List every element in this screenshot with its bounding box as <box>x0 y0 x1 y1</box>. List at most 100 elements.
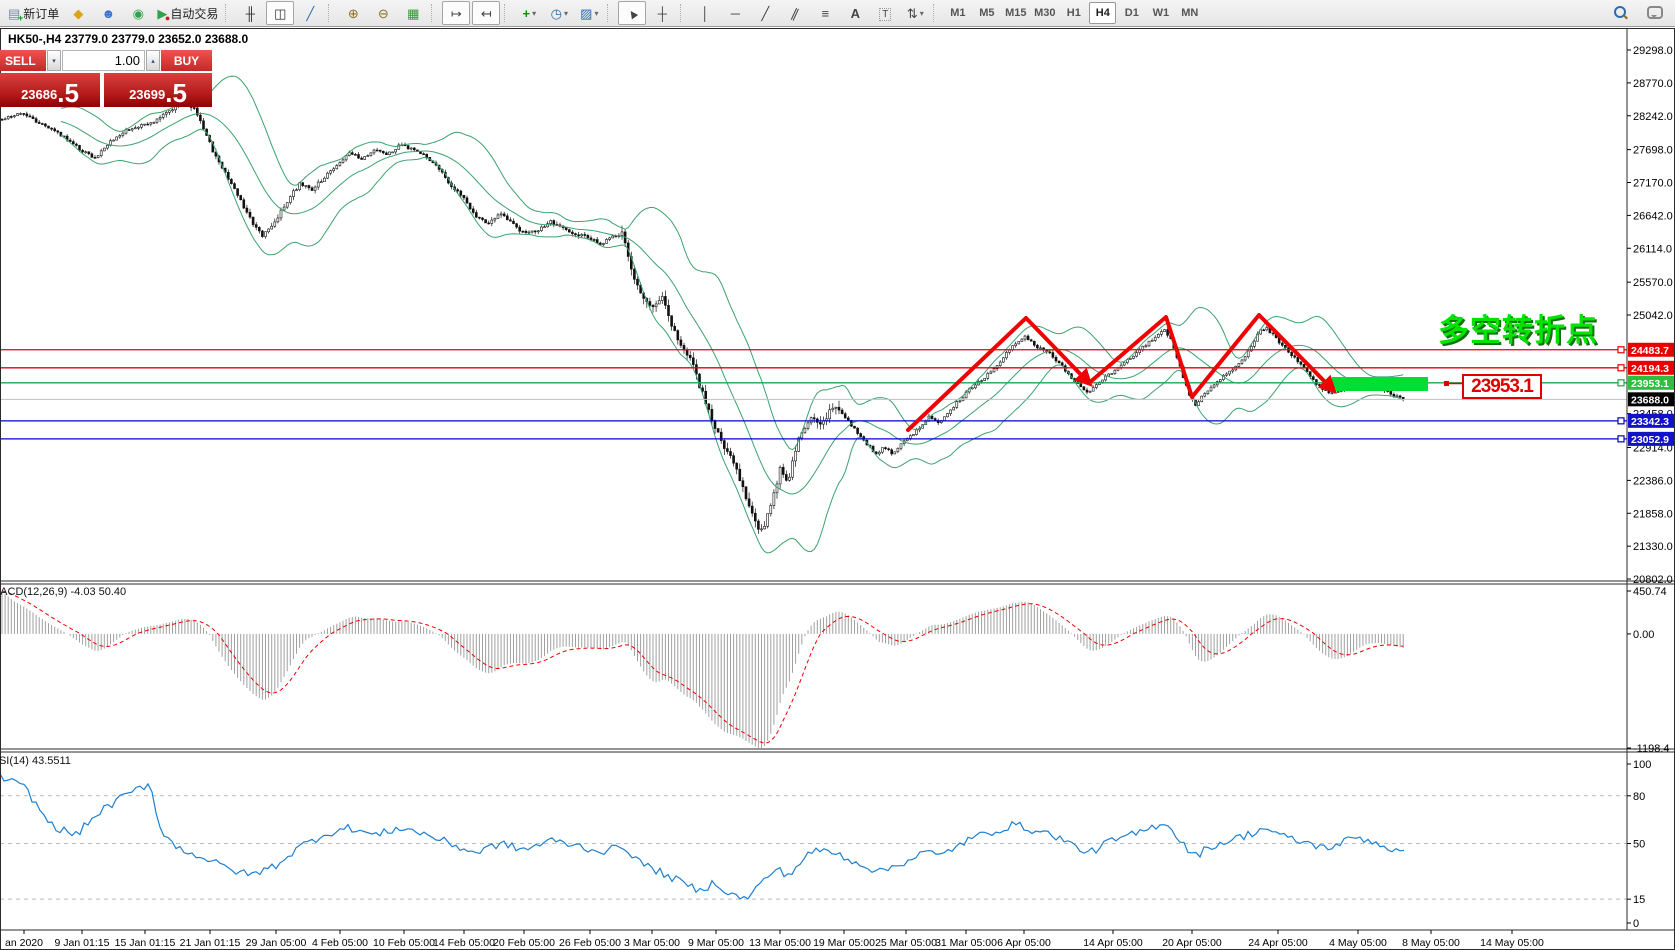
sell-price-main: 23686 <box>21 87 57 105</box>
toolbar-separator <box>607 4 613 22</box>
time-tick-label: 20 Apr 05:00 <box>1162 937 1222 949</box>
candlestick-icon: ◫ <box>274 7 286 20</box>
timeframe-h1-button[interactable]: H1 <box>1060 2 1087 24</box>
buy-price-frac: .5 <box>165 81 187 105</box>
text-button[interactable]: A <box>841 1 869 25</box>
volume-decrease-button[interactable]: ▾ <box>47 50 61 71</box>
rsi-scale-label: 15 <box>1633 894 1645 906</box>
line-chart-mode-button[interactable]: ╱ <box>296 1 324 25</box>
periods-button[interactable]: ◷▾ <box>545 1 573 25</box>
bar-chart-mode-button[interactable]: ╫ <box>236 1 264 25</box>
new-order-label: 新订单 <box>23 5 59 22</box>
templates-button[interactable]: ▨▾ <box>575 1 603 25</box>
zoom-out-button[interactable]: ⊖ <box>369 1 397 25</box>
price-callout-label[interactable]: 23953.1 <box>1462 374 1542 399</box>
fibonacci-button[interactable]: ≡ <box>811 1 839 25</box>
timeframe-d1-button[interactable]: D1 <box>1118 2 1145 24</box>
macd-indicator-label: MACD(12,26,9) -4.03 50.40 <box>0 586 126 598</box>
toolbar: ▤+新订单◆☻◉▶●自动交易╫◫╱⊕⊖▦↦↤+▾◷▾▨▾▲┼│─╱∥≡AT⇅▾M… <box>0 0 1675 27</box>
chat-button[interactable] <box>1641 1 1669 25</box>
svg-text:23688.0: 23688.0 <box>1631 394 1669 406</box>
candles <box>1 97 1404 534</box>
vertical-line-button[interactable]: │ <box>691 1 719 25</box>
rsi-scale-label: 100 <box>1633 759 1651 771</box>
timeframe-m1-button[interactable]: M1 <box>944 2 971 24</box>
level-handle[interactable] <box>1618 418 1624 424</box>
navigator-button[interactable]: ☻ <box>94 1 122 25</box>
buy-price-main: 23699 <box>129 87 165 105</box>
market-watch-icon: ◆ <box>73 7 83 20</box>
buy-button[interactable]: BUY <box>161 50 212 71</box>
signal-button[interactable]: ◉ <box>124 1 152 25</box>
new-order-icon: ▤+ <box>8 7 20 20</box>
chart-title: HK50-,H4 23779.0 23779.0 23652.0 23688.0 <box>8 32 248 46</box>
auto-scroll-button[interactable]: ↦ <box>442 1 470 25</box>
tile-windows-button[interactable]: ▦ <box>399 1 427 25</box>
green-highlight-bar[interactable] <box>1332 377 1428 391</box>
timeframe-m5-button[interactable]: M5 <box>973 2 1000 24</box>
equidistant-channel-button[interactable]: ∥ <box>781 1 809 25</box>
price-tick-label: 28242.0 <box>1633 111 1673 123</box>
chevron-down-icon: ▾ <box>594 9 598 18</box>
price-tick-label: 27170.0 <box>1633 178 1673 190</box>
chart-shift-button[interactable]: ↤ <box>472 1 500 25</box>
timeframe-w1-button[interactable]: W1 <box>1147 2 1174 24</box>
trend-zigzag-arrow-2[interactable] <box>1089 315 1333 397</box>
turning-point-annotation[interactable]: 多空转折点 <box>1438 305 1598 350</box>
channel-icon: ∥ <box>792 7 799 20</box>
chart-canvas[interactable]: 29298.028770.028242.027698.027170.026642… <box>0 28 1675 950</box>
timeframe-m15-button[interactable]: M15 <box>1002 2 1029 24</box>
price-tick-label: 21330.0 <box>1633 541 1673 553</box>
auto-trading-button[interactable]: ▶●自动交易 <box>154 1 221 25</box>
timeframe-mn-button[interactable]: MN <box>1176 2 1203 24</box>
time-tick-label: 25 Mar 05:00 <box>875 937 937 949</box>
sell-button[interactable]: SELL <box>0 50 46 71</box>
time-tick-label: 4 Feb 05:00 <box>312 937 368 949</box>
time-tick-label: an 2020 <box>5 937 43 949</box>
svg-text:24483.7: 24483.7 <box>1631 345 1669 357</box>
timeframe-m30-button[interactable]: M30 <box>1031 2 1058 24</box>
horizontal-levels[interactable] <box>0 350 1627 439</box>
level-handle[interactable] <box>1618 365 1624 371</box>
toolbar-separator <box>225 4 231 22</box>
trendline-button[interactable]: ╱ <box>751 1 779 25</box>
text-icon: A <box>851 7 860 20</box>
horizontal-line-button[interactable]: ─ <box>721 1 749 25</box>
level-handle[interactable] <box>1618 380 1624 386</box>
cursor-button[interactable]: ▲ <box>618 1 646 25</box>
volume-input[interactable] <box>62 50 145 71</box>
label-icon: T <box>879 6 891 20</box>
text-label-button[interactable]: T <box>871 1 899 25</box>
sell-price[interactable]: 23686.5 <box>0 73 100 107</box>
toolbar-separator <box>431 4 437 22</box>
candle-chart-mode-button[interactable]: ◫ <box>266 1 294 25</box>
chevron-down-icon: ▾ <box>532 9 536 18</box>
bar-chart-icon: ╫ <box>246 7 255 20</box>
indicators-icon: + <box>523 7 531 20</box>
svg-text:23342.3: 23342.3 <box>1631 416 1669 428</box>
arrows-button[interactable]: ⇅▾ <box>901 1 929 25</box>
crosshair-button[interactable]: ┼ <box>648 1 676 25</box>
chart-window[interactable]: 29298.028770.028242.027698.027170.026642… <box>0 28 1675 950</box>
timeframe-h4-button[interactable]: H4 <box>1089 2 1116 24</box>
volume-increase-button[interactable]: ▴ <box>146 50 160 71</box>
new-order-button[interactable]: ▤+新订单 <box>5 1 62 25</box>
level-handle[interactable] <box>1618 436 1624 442</box>
indicators-button[interactable]: +▾ <box>515 1 543 25</box>
time-tick-label: 24 Apr 05:00 <box>1248 937 1308 949</box>
svg-text:23953.1: 23953.1 <box>1631 378 1669 390</box>
zoom-in-icon: ⊕ <box>348 7 359 20</box>
level-handle[interactable] <box>1618 347 1624 353</box>
price-axis[interactable] <box>1628 28 1675 950</box>
market-watch-button[interactable]: ◆ <box>64 1 92 25</box>
trendline-icon: ╱ <box>761 7 769 20</box>
search-button[interactable] <box>1606 1 1634 25</box>
time-tick-label: 4 May 05:00 <box>1329 937 1387 949</box>
periods-icon: ◷ <box>551 7 562 20</box>
macd-scale-label: 0.00 <box>1633 629 1654 641</box>
bollinger-bands <box>61 76 1403 553</box>
price-tick-label: 26114.0 <box>1633 243 1672 255</box>
zoom-in-button[interactable]: ⊕ <box>339 1 367 25</box>
buy-price[interactable]: 23699.5 <box>104 73 212 107</box>
time-tick-label: 29 Jan 05:00 <box>246 937 307 949</box>
